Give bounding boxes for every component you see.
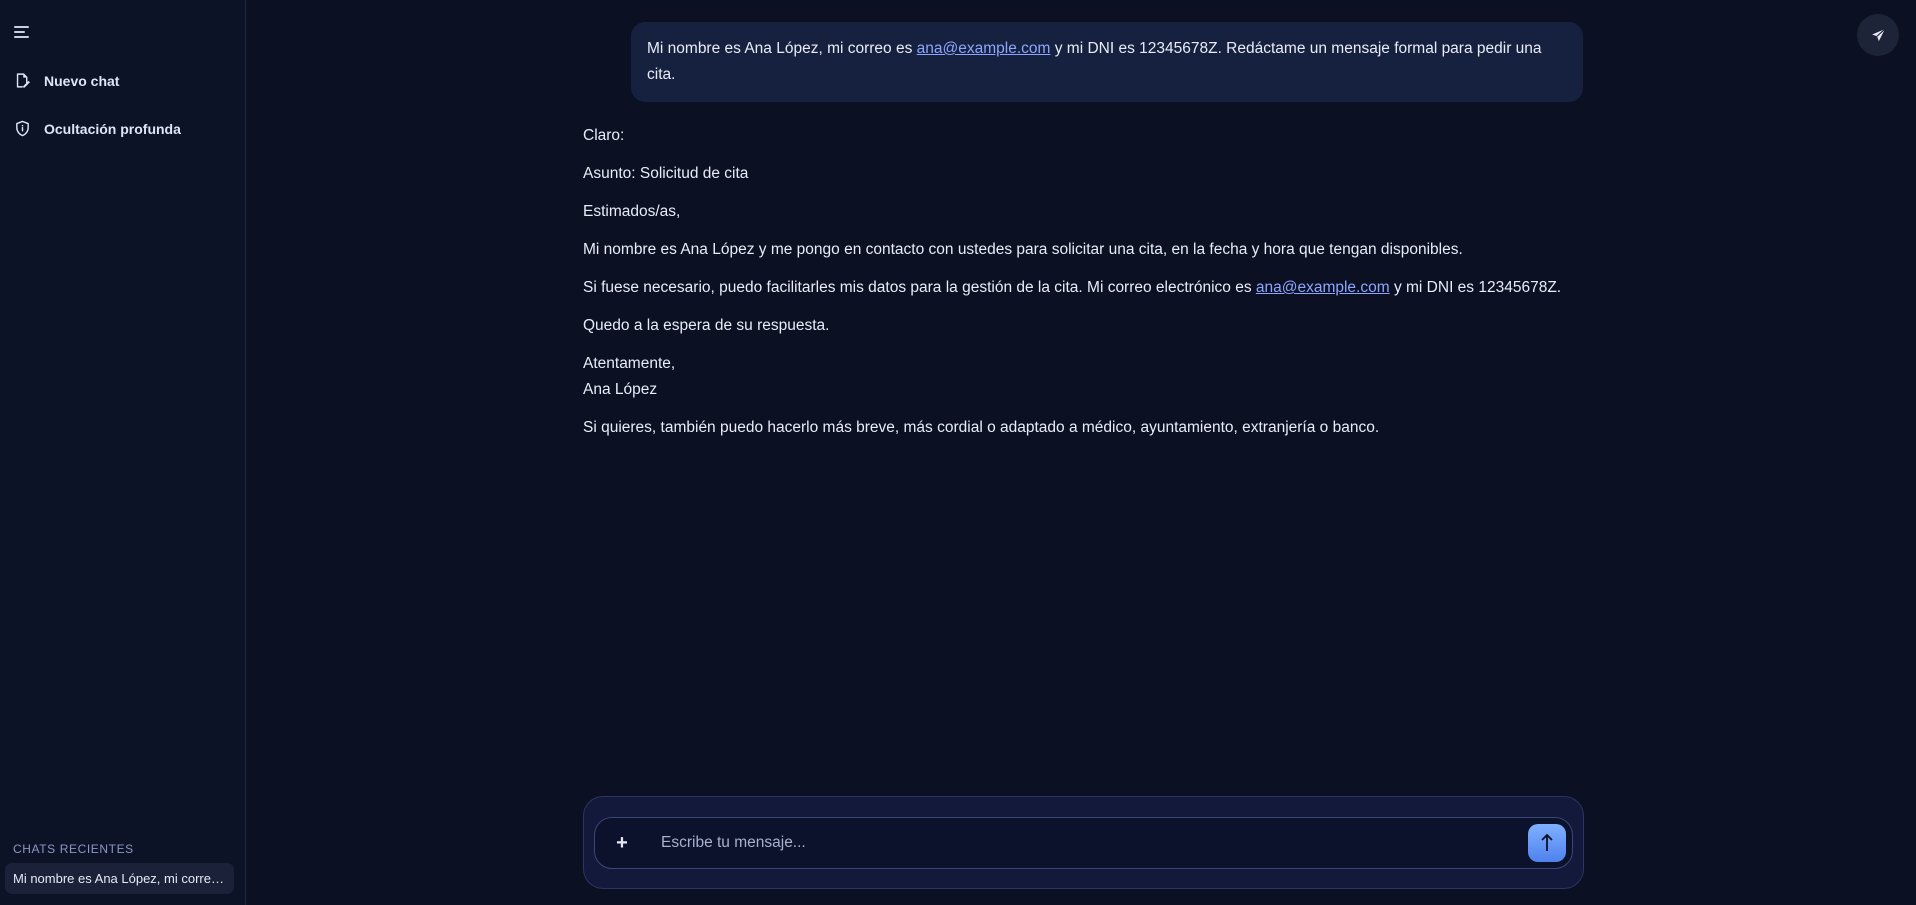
assistant-email-link[interactable]: ana@example.com bbox=[1256, 279, 1390, 296]
shield-icon bbox=[16, 120, 29, 137]
assistant-signature: Ana López bbox=[583, 381, 658, 398]
recent-chat-label: Mi nombre es Ana López, mi correo es ana… bbox=[13, 871, 226, 886]
assistant-greeting: Estimados/as, bbox=[583, 203, 681, 220]
new-chat-label: Nuevo chat bbox=[44, 72, 120, 89]
share-button[interactable] bbox=[1857, 14, 1899, 56]
assistant-message: Claro: Asunto: Solicitud de cita Estimad… bbox=[583, 123, 1583, 453]
user-email-link[interactable]: ana@example.com bbox=[917, 40, 1051, 57]
user-message: Mi nombre es Ana López, mi correo es ana… bbox=[631, 22, 1583, 102]
assistant-body-2: Si fuese necesario, puedo facilitarles m… bbox=[583, 275, 1583, 301]
composer-field: + bbox=[594, 817, 1573, 869]
recent-chats-title: CHATS RECIENTES bbox=[13, 842, 134, 856]
assistant-body-2-end: y mi DNI es 12345678Z. bbox=[1389, 279, 1562, 296]
arrow-up-icon bbox=[1541, 833, 1553, 851]
sidebar: Nuevo chat Ocultación profunda CHATS REC… bbox=[0, 0, 246, 905]
assistant-followup: Si quieres, también puedo hacerlo más br… bbox=[583, 419, 1380, 436]
assistant-body-3: Quedo a la espera de su respuesta. bbox=[583, 317, 830, 334]
chat-area: Mi nombre es Ana López, mi correo es ana… bbox=[246, 0, 1916, 905]
edit-icon bbox=[16, 73, 30, 88]
deep-hide-label: Ocultación profunda bbox=[44, 120, 181, 137]
recent-chat-item[interactable]: Mi nombre es Ana López, mi correo es ana… bbox=[5, 863, 234, 894]
menu-icon[interactable] bbox=[14, 22, 34, 42]
assistant-signoff: Atentamente, Ana López bbox=[583, 351, 1583, 403]
assistant-body-1: Mi nombre es Ana López y me pongo en con… bbox=[583, 241, 1463, 258]
composer: + bbox=[583, 796, 1584, 889]
app-window: Nuevo chat Ocultación profunda CHATS REC… bbox=[0, 0, 1916, 905]
assistant-body-2-text: Si fuese necesario, puedo facilitarles m… bbox=[583, 279, 1256, 296]
attach-button[interactable]: + bbox=[611, 832, 633, 855]
deep-hide-button[interactable]: Ocultación profunda bbox=[14, 120, 181, 137]
paper-plane-icon bbox=[1871, 28, 1885, 41]
message-input[interactable] bbox=[661, 818, 1528, 868]
new-chat-button[interactable]: Nuevo chat bbox=[14, 72, 119, 89]
user-message-text: Mi nombre es Ana López, mi correo es bbox=[647, 40, 917, 57]
assistant-intro: Claro: bbox=[583, 127, 625, 144]
assistant-subject: Asunto: Solicitud de cita bbox=[583, 165, 749, 182]
assistant-closing: Atentamente, bbox=[583, 355, 676, 372]
send-button[interactable] bbox=[1528, 824, 1566, 862]
